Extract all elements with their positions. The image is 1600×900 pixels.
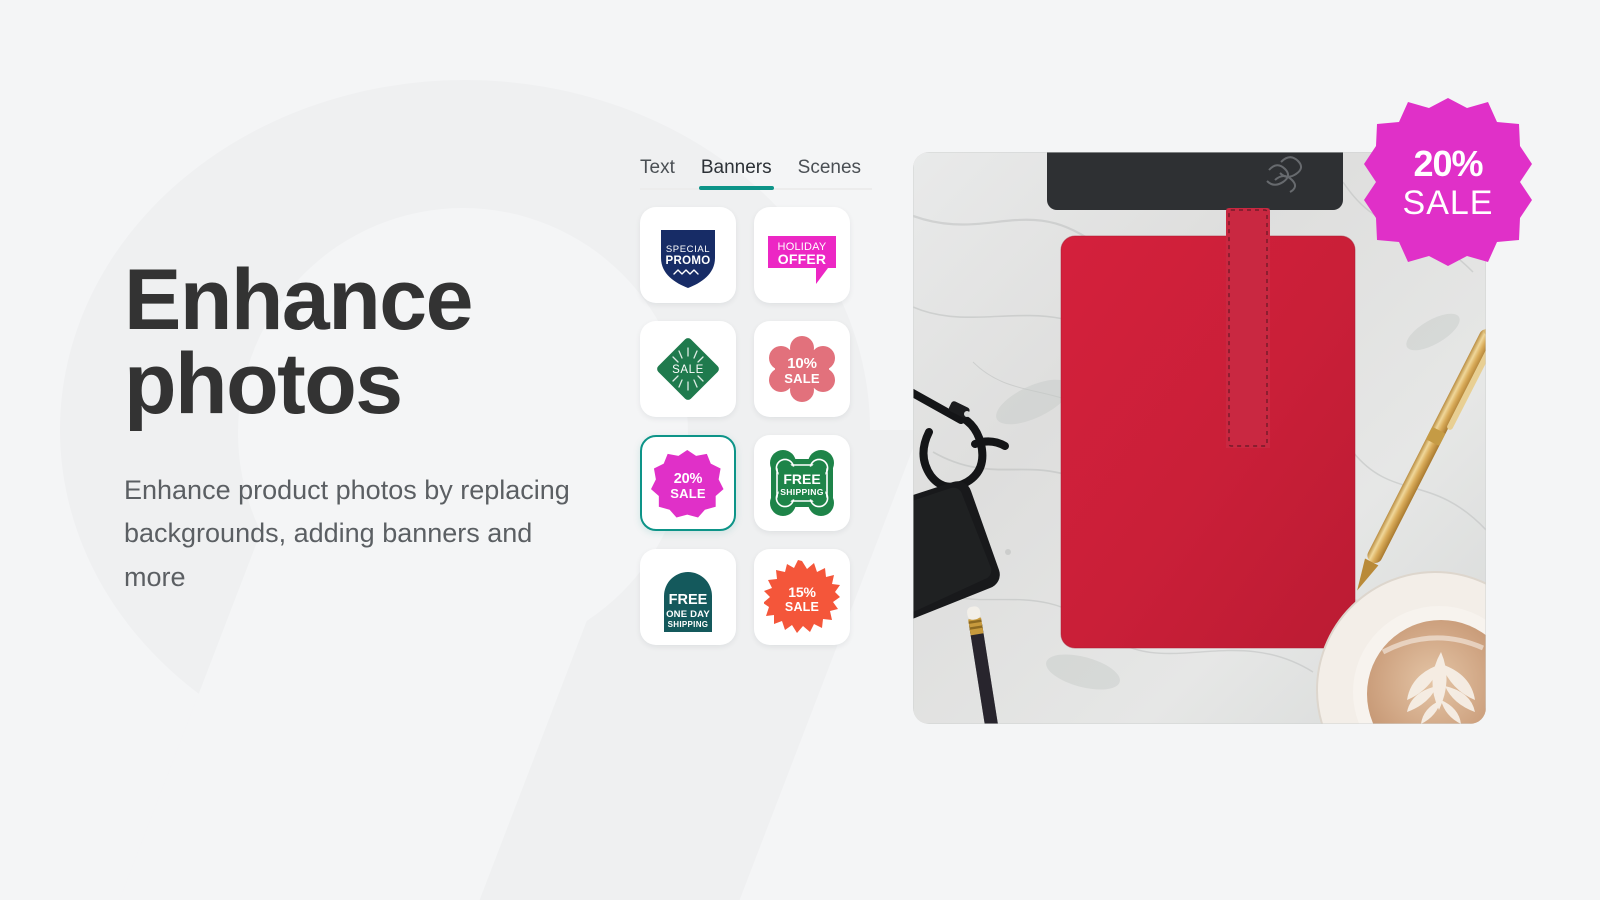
banner-tile-holiday-offer[interactable]: HOLIDAY OFFER (754, 207, 850, 303)
banner-tile-special-promo[interactable]: SPECIAL PROMO (640, 207, 736, 303)
free-shipping-line1: FREE (783, 471, 820, 487)
ten-percent-sale-line2: SALE (784, 371, 820, 386)
fifteen-percent-sale-spiky-star-icon: 15% SALE (764, 560, 840, 633)
ten-percent-sale-line1: 10% (787, 355, 816, 372)
sale-diamond-line1: SALE (672, 364, 704, 376)
banner-tile-twenty-percent-sale[interactable]: 20% SALE (640, 435, 736, 531)
free-one-day-shipping-line2: ONE DAY (666, 609, 710, 620)
free-shipping-quatrefoil-icon: FREE SHIPPING (770, 450, 834, 516)
special-promo-line2: PROMO (666, 255, 711, 267)
fifteen-percent-sale-line2: SALE (785, 600, 819, 614)
banner-picker-panel: Text Banners Scenes SPECIAL PROMO HOLIDA… (640, 158, 872, 645)
promo-hero-screen: Enhance photos Enhance product photos by … (0, 0, 1600, 900)
tab-scenes[interactable]: Scenes (798, 158, 861, 177)
tab-text[interactable]: Text (640, 158, 675, 177)
free-one-day-shipping-arch-icon: FREE ONE DAY SHIPPING (664, 572, 712, 632)
hero-copy: Enhance photos Enhance product photos by … (124, 257, 644, 600)
banner-grid: SPECIAL PROMO HOLIDAY OFFER SALE 10% SAL… (640, 207, 872, 645)
picker-tabs: Text Banners Scenes (640, 158, 872, 190)
special-promo-line1: SPECIAL (666, 244, 710, 255)
page-title: Enhance photos (124, 257, 644, 427)
holiday-offer-line2: OFFER (778, 251, 826, 267)
headline-line-1: Enhance (124, 252, 473, 348)
twenty-percent-sale-line1: 20% (674, 471, 703, 487)
photo-preview[interactable] (913, 152, 1486, 724)
ten-percent-sale-flower-icon: 10% SALE (769, 336, 835, 402)
banner-tile-free-one-day-shipping[interactable]: FREE ONE DAY SHIPPING (640, 549, 736, 645)
product-photo-image (913, 152, 1486, 724)
banner-tile-free-shipping[interactable]: FREE SHIPPING (754, 435, 850, 531)
free-shipping-line2: SHIPPING (780, 487, 823, 497)
holiday-offer-speech-bubble-icon: HOLIDAY OFFER (768, 236, 836, 284)
fifteen-percent-sale-line1: 15% (788, 584, 816, 600)
headline-line-2: photos (124, 336, 403, 433)
hero-subtitle: Enhance product photos by replacing back… (124, 474, 570, 592)
twenty-percent-sale-line2: SALE (670, 486, 706, 501)
free-one-day-shipping-line3: SHIPPING (668, 620, 709, 629)
special-promo-shield-icon: SPECIAL PROMO (661, 230, 715, 288)
banner-tile-fifteen-percent-sale[interactable]: 15% SALE (754, 549, 850, 645)
tab-banners[interactable]: Banners (698, 158, 774, 190)
banner-tile-sale-diamond[interactable]: SALE (640, 321, 736, 417)
twenty-percent-sale-starburst-icon: 20% SALE (651, 449, 724, 518)
sale-diamond-icon: SALE (657, 338, 719, 400)
free-one-day-shipping-line1: FREE (669, 592, 708, 608)
banner-tile-ten-percent-sale[interactable]: 10% SALE (754, 321, 850, 417)
